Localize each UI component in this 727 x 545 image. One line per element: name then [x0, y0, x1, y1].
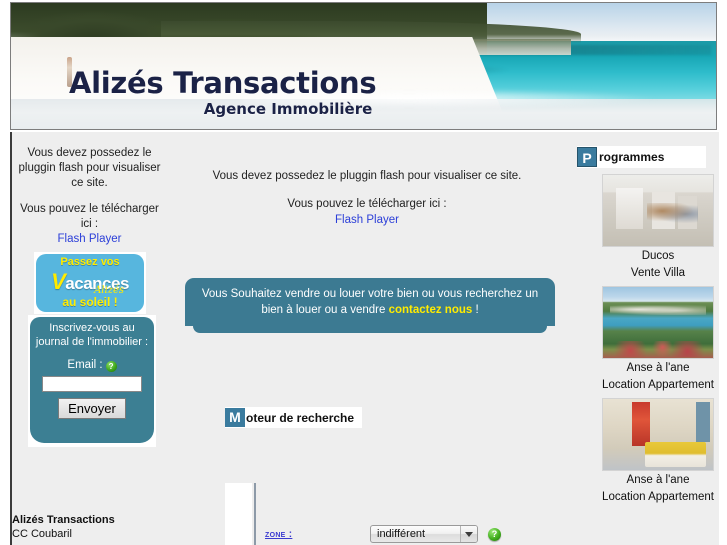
- listing-photo[interactable]: [602, 286, 714, 359]
- left-flash-notice: Vous devez possedez le pluggin flash pou…: [12, 132, 167, 247]
- programmes-list: Ducos Vente Villa Anse à l'ane Location …: [599, 174, 717, 510]
- zone-select-value: indifférent: [377, 528, 426, 540]
- vacation-line-1: Passez vos: [60, 256, 120, 268]
- page-root: Alizés Transactions Agence Immobilière V…: [0, 0, 727, 545]
- newsletter-email-input[interactable]: [42, 376, 142, 392]
- listing-type: Location Appartement: [602, 491, 714, 503]
- footer-company-name: Alizés Transactions: [12, 514, 115, 526]
- logo-title: Alizés Transactions: [69, 66, 377, 100]
- form-panel-divider: [254, 483, 256, 545]
- listing-photo[interactable]: [602, 174, 714, 247]
- form-panel-left-block: [225, 483, 252, 545]
- listing-type: Vente Villa: [630, 267, 686, 279]
- search-engine-header: M oteur de recherche: [225, 407, 363, 428]
- zone-filter-row: Zone : indifférent ?: [265, 525, 565, 543]
- newsletter-email-label: Email :?: [36, 359, 148, 372]
- vacation-v-letter: V: [51, 269, 66, 294]
- contact-us-link[interactable]: contactez nous: [389, 304, 473, 316]
- zone-label: Zone :: [265, 528, 293, 540]
- listing-location: Ducos: [641, 250, 675, 262]
- listing-photo[interactable]: [602, 398, 714, 471]
- content-frame: Vous devez possedez le pluggin flash pou…: [10, 132, 719, 545]
- programmes-badge-icon: P: [577, 147, 597, 167]
- logo-subtitle: Agence Immobilière: [203, 100, 373, 118]
- vacation-line-2: Vacances: [36, 269, 144, 295]
- center-flash-line2: Vous pouvez le télécharger ici :: [287, 198, 447, 210]
- newsletter-frame: Inscrivez-vous au journal de l'immobilie…: [28, 315, 156, 447]
- listing-location: Anse à l'ane: [626, 474, 690, 486]
- left-sidebar: Vous devez possedez le pluggin flash pou…: [12, 132, 167, 545]
- center-flash-notice: Vous devez possedez le pluggin flash pou…: [167, 132, 567, 228]
- list-item[interactable]: Ducos Vente Villa: [599, 174, 717, 281]
- vacation-banner[interactable]: Passez vos Vacances Alizés au soleil !: [36, 254, 144, 312]
- site-logo: Alizés Transactions Agence Immobilière: [69, 66, 377, 119]
- newsletter-submit-button[interactable]: Envoyer: [58, 398, 126, 419]
- left-flash-line2: Vous pouvez le télécharger ici :: [20, 203, 159, 230]
- promo-text-part1: Vous Souhaitez vendre ou louer votre bie…: [201, 288, 539, 316]
- right-sidebar: P rogrammes Ducos Vente Villa Anse à l'a…: [567, 132, 719, 545]
- programmes-header: P rogrammes: [577, 146, 706, 168]
- zone-select[interactable]: indifférent: [370, 525, 478, 543]
- email-label-text: Email :: [67, 359, 103, 371]
- search-form-panel: Zone : indifférent ?: [225, 483, 567, 545]
- footer-address: Alizés Transactions CC Coubaril: [12, 513, 115, 541]
- newsletter-heading: Inscrivez-vous au journal de l'immobilie…: [30, 317, 154, 353]
- listing-location: Anse à l'ane: [626, 362, 690, 374]
- site-banner: Alizés Transactions Agence Immobilière: [10, 2, 717, 130]
- newsletter-body: Email :? Envoyer: [30, 353, 154, 443]
- left-flash-line1: Vous devez possedez le pluggin flash pou…: [18, 147, 161, 189]
- chevron-down-icon[interactable]: [460, 526, 477, 542]
- programmes-title: rogrammes: [599, 150, 665, 164]
- center-flash-line1: Vous devez possedez le pluggin flash pou…: [212, 170, 522, 182]
- list-item[interactable]: Anse à l'ane Location Appartement: [599, 398, 717, 505]
- search-engine-title: oteur de recherche: [246, 410, 355, 425]
- promo-text-part2: !: [472, 304, 479, 316]
- search-badge-icon: M: [225, 408, 245, 427]
- vacation-line-4: au soleil !: [62, 295, 118, 309]
- flash-player-link-center[interactable]: Flash Player: [335, 214, 399, 226]
- promo-callout-footer: [193, 326, 547, 333]
- flash-player-link-left[interactable]: Flash Player: [58, 233, 122, 245]
- footer-address-line: CC Coubaril: [12, 528, 72, 540]
- help-icon-email[interactable]: ?: [105, 361, 117, 372]
- listing-type: Location Appartement: [602, 379, 714, 391]
- main-content: Vous devez possedez le pluggin flash pou…: [167, 132, 567, 545]
- help-icon-zone[interactable]: ?: [488, 527, 501, 541]
- vacation-banner-frame[interactable]: Passez vos Vacances Alizés au soleil !: [34, 252, 146, 314]
- list-item[interactable]: Anse à l'ane Location Appartement: [599, 286, 717, 393]
- promo-callout: Vous Souhaitez vendre ou louer votre bie…: [185, 278, 555, 326]
